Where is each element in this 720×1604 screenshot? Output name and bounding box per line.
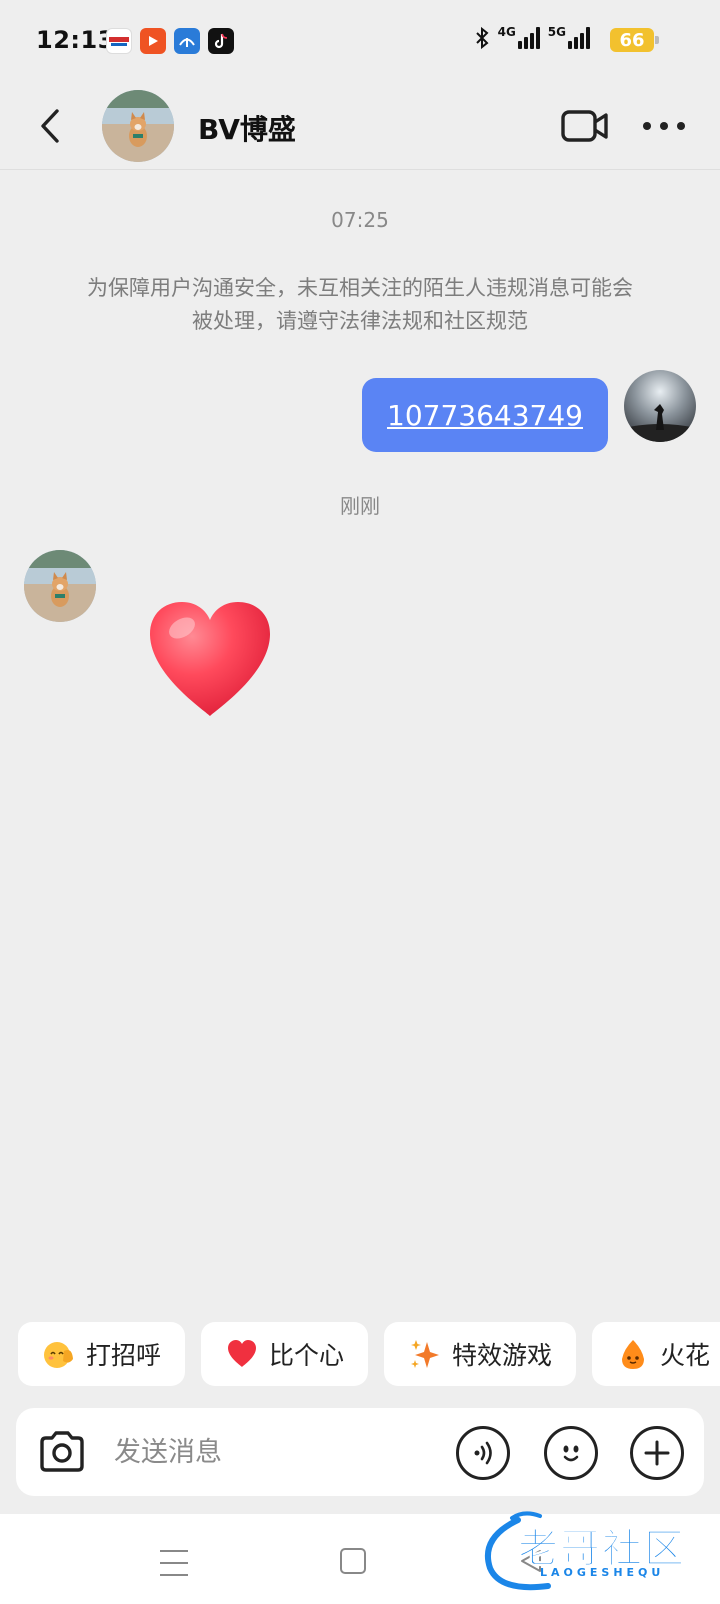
quick-reply-label: 特效游戏 <box>452 1341 553 1370</box>
plus-button[interactable] <box>630 1426 684 1480</box>
heart-emoji-icon <box>225 1337 259 1371</box>
emoji-button[interactable] <box>544 1426 598 1480</box>
network-5g-label: 5G <box>547 25 566 39</box>
video-call-button[interactable] <box>560 106 610 146</box>
battery-indicator: 66 <box>610 28 659 52</box>
quick-reply-label: 打招呼 <box>86 1341 162 1370</box>
status-time: 12:13 <box>36 26 115 54</box>
camera-icon <box>40 1431 84 1472</box>
watermark-logo: 老哥社区 LAOGESHEQU <box>478 1508 718 1598</box>
menu-line-icon <box>160 1574 188 1576</box>
watermark-subtext: LAOGESHEQU <box>540 1566 665 1579</box>
outgoing-message-bubble[interactable]: 10773643749 <box>362 378 608 452</box>
tiktok-app-icon <box>208 28 234 54</box>
menu-line-icon <box>160 1562 188 1564</box>
voice-button[interactable] <box>456 1426 510 1480</box>
contact-avatar[interactable] <box>102 90 174 162</box>
recent-apps-button[interactable] <box>160 1550 188 1576</box>
contact-name[interactable]: BV博盛 <box>198 108 296 148</box>
home-button[interactable] <box>340 1548 366 1574</box>
status-app-icons <box>106 28 234 54</box>
more-dot-icon <box>677 122 685 130</box>
spark-mascot-icon <box>616 1337 650 1371</box>
back-button[interactable] <box>30 104 70 148</box>
phone-number-link[interactable]: 10773643749 <box>387 399 583 432</box>
status-indicators: 4G 5G <box>474 25 590 50</box>
safety-notice: 为保障用户沟通安全，未互相关注的陌生人违规消息可能会被处理，请遵守法律法规和社区… <box>87 276 633 333</box>
quick-reply-row: 打招呼 比个心 特效游戏 火花 <box>18 1322 720 1388</box>
chat-header: BV博盛 <box>0 84 720 170</box>
sparkle-icon <box>408 1337 442 1371</box>
quick-reply-greet[interactable]: 打招呼 <box>18 1322 186 1386</box>
my-avatar[interactable] <box>624 370 696 442</box>
chevron-left-icon <box>41 109 59 143</box>
message-timestamp: 07:25 <box>331 208 389 232</box>
voice-wave-icon <box>474 1441 492 1465</box>
signal-5g-icon <box>568 27 590 49</box>
more-options-button[interactable] <box>638 108 690 144</box>
quick-reply-heart[interactable]: 比个心 <box>201 1322 369 1386</box>
video-camera-icon <box>561 110 608 142</box>
quick-reply-label: 比个心 <box>269 1341 345 1370</box>
wave-emoji-icon <box>42 1337 76 1371</box>
smiley-face-icon <box>563 1445 579 1462</box>
contact-avatar-small[interactable] <box>24 550 96 622</box>
red-heart-icon <box>150 602 270 716</box>
more-dot-icon <box>643 122 651 130</box>
quick-reply-spark[interactable]: 火花 <box>592 1322 720 1386</box>
quick-reply-effects-game[interactable]: 特效游戏 <box>384 1322 577 1386</box>
video-app-icon <box>140 28 166 54</box>
message-timestamp: 刚刚 <box>340 494 380 518</box>
heart-sticker-message[interactable] <box>144 598 276 720</box>
hikvision-app-icon <box>106 28 132 54</box>
quick-reply-label: 火花 <box>660 1341 711 1370</box>
bluetooth-icon <box>475 26 489 50</box>
more-dot-icon <box>660 122 668 130</box>
message-input[interactable] <box>114 1430 434 1474</box>
signal-4g-icon <box>517 27 540 49</box>
status-bar: 12:13 4G 5G 66 <box>0 0 720 84</box>
network-4g-label: 4G <box>497 25 516 39</box>
navigation-app-icon <box>174 28 200 54</box>
message-input-bar <box>16 1408 704 1496</box>
plus-icon <box>644 1440 670 1466</box>
camera-button[interactable] <box>34 1424 90 1480</box>
menu-line-icon <box>160 1550 188 1552</box>
